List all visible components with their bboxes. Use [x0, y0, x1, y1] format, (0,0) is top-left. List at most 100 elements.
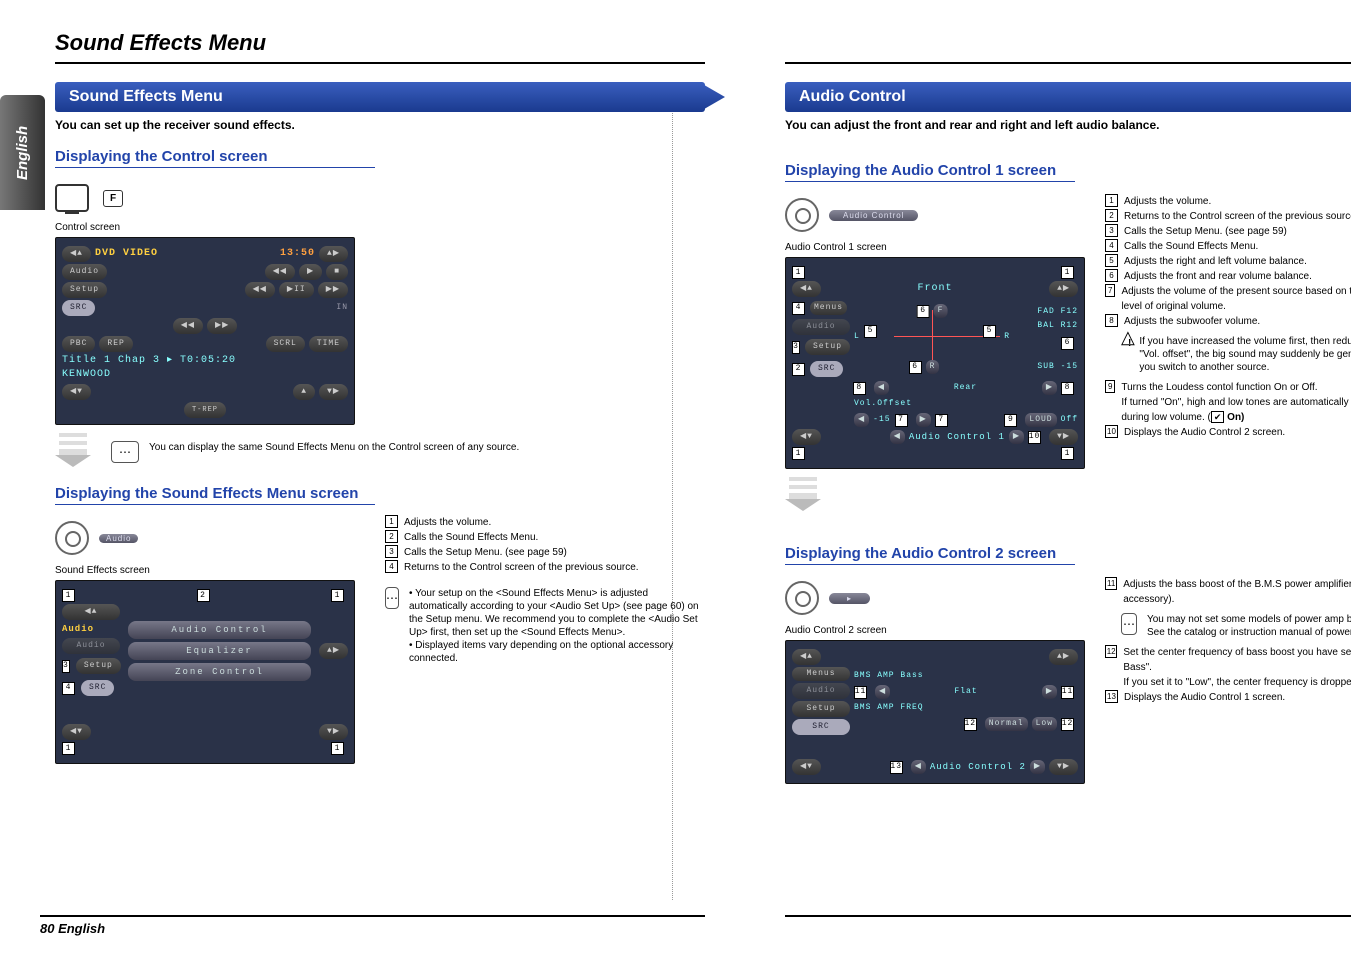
voloffset-value: -15	[873, 413, 890, 427]
ff-icon[interactable]: ▶▶	[318, 282, 348, 298]
audio-button-3[interactable]: Audio	[792, 683, 850, 699]
page-rule	[55, 62, 705, 64]
setup-button-2[interactable]: Setup	[76, 658, 121, 674]
nav-left-icon: ◀▲	[62, 246, 91, 262]
rear-label: Rear	[954, 381, 977, 395]
section-banner-label: Sound Effects Menu	[69, 88, 223, 106]
knob-icon-2	[785, 198, 819, 232]
note-setup: ⋯ • Your setup on the <Sound Effects Men…	[385, 587, 705, 665]
setup-button-4[interactable]: Setup	[792, 701, 850, 717]
audio-button-dim[interactable]: Audio	[62, 638, 120, 654]
subsection-ac1: Displaying the Audio Control 1 screen	[785, 162, 1075, 182]
r-legend-3: Calls the Setup Menu. (see page 59)	[1124, 224, 1287, 239]
ac2-caption: Audio Control 2 screen	[785, 625, 1085, 636]
page-title: Sound Effects Menu	[55, 30, 705, 56]
menus-button[interactable]: Menus	[810, 301, 847, 315]
r-legend-2: Returns to the Control screen of the pre…	[1124, 209, 1351, 224]
callout-1b: 1	[331, 589, 344, 602]
next-pill[interactable]: ▸	[829, 593, 870, 604]
bms-freq-label: BMS AMP FREQ	[854, 701, 1078, 715]
loud-value: Off	[1061, 413, 1078, 427]
page-footer-left: 80 English	[40, 915, 705, 936]
subsection-control-screen: Displaying the Control screen	[55, 148, 375, 168]
pbc-button[interactable]: PBC	[62, 336, 95, 352]
r-legend-8: Adjusts the subwoofer volume.	[1124, 314, 1260, 329]
src-button[interactable]: SRC	[62, 300, 95, 316]
menu-audio-control[interactable]: Audio Control	[128, 621, 311, 639]
footer-left-text: 80 English	[40, 921, 105, 936]
setup-button[interactable]: Setup	[62, 282, 107, 298]
nav-tl-icon: ◀▲	[62, 604, 120, 620]
audio-pill[interactable]: Audio	[99, 534, 138, 543]
menu-equalizer[interactable]: Equalizer	[128, 642, 311, 660]
nav-br-icon2: ▼▶	[319, 724, 348, 740]
nav-br-icon: ▼▶	[319, 384, 348, 400]
in-indicator: IN	[336, 301, 348, 315]
loud-button[interactable]: LOUD	[1025, 413, 1056, 427]
r-legend-5: Adjusts the right and left volume balanc…	[1124, 254, 1307, 269]
subsection-ac2: Displaying the Audio Control 2 screen	[785, 545, 1075, 565]
src-title: DVD VIDEO	[95, 247, 158, 261]
page-spread: English Sound Effects Menu Sound Effects…	[0, 0, 1351, 954]
voloffset-label: Vol.Offset	[854, 397, 912, 411]
r-legend-7: Adjusts the volume of the present source…	[1121, 284, 1351, 314]
screen-key-row: F	[55, 184, 123, 212]
prev-icon[interactable]: ◀◀	[265, 264, 295, 280]
stop-icon[interactable]: ■	[326, 264, 348, 280]
legend-3: 3	[385, 545, 398, 558]
knob-icon	[55, 521, 89, 555]
slow-ff-icon[interactable]: ▶▶	[207, 318, 237, 334]
rew-icon[interactable]: ◀◀	[245, 282, 275, 298]
ac2-footer: Audio Control 2	[930, 760, 1026, 774]
src-button-2[interactable]: SRC	[81, 680, 114, 696]
r-legend-6: Adjusts the front and rear volume balanc…	[1124, 269, 1312, 284]
fad-value: FAD F12	[1014, 305, 1078, 319]
normal-button[interactable]: Normal	[985, 717, 1028, 731]
callout-1c: 1	[62, 742, 75, 755]
rep-button[interactable]: REP	[99, 336, 132, 352]
control-screen-caption: Control screen	[55, 222, 705, 233]
collapse-icon[interactable]: ▲	[293, 384, 315, 400]
kenwood-line: KENWOOD	[62, 368, 348, 382]
menus-button-2[interactable]: Menus	[792, 667, 850, 681]
warning-icon	[1121, 335, 1129, 353]
front-label: Front	[918, 282, 953, 296]
balance-cross: 6F L R 5 5 6R	[854, 304, 1010, 374]
pause-icon[interactable]: ▶II	[279, 282, 314, 298]
time-button[interactable]: TIME	[309, 336, 348, 352]
clock: 13:50	[280, 247, 315, 261]
legend-1: 1	[385, 515, 398, 528]
r-legend-9a: Turns the Loudess contol function On or …	[1121, 382, 1317, 393]
r2-legend-12b: If you set it to "Low", the center frequ…	[1123, 677, 1351, 688]
nav-bl-icon2: ◀▼	[62, 724, 91, 740]
slow-rew-icon[interactable]: ◀◀	[173, 318, 203, 334]
info-icon: ⋯	[111, 441, 139, 463]
scrl-button[interactable]: SCRL	[266, 336, 305, 352]
src-button-4[interactable]: SRC	[792, 719, 850, 735]
callout-4: 4	[62, 682, 75, 695]
info-icon-2: ⋯	[385, 587, 399, 609]
r-warn: If you have increased the volume first, …	[1139, 335, 1351, 374]
callout-2: 2	[197, 589, 210, 602]
legend-2: 2	[385, 530, 398, 543]
note2a-text: Your setup on the <Sound Effects Menu> i…	[409, 588, 699, 638]
r-legend-9c: On)	[1224, 412, 1244, 423]
note-same-menu: ⋯ You can display the same Sound Effects…	[111, 441, 705, 463]
ac1-screen-mock: 11 ◀▲ Front ▲▶ 4Menus Audio 3Setup 2	[785, 257, 1085, 469]
src-button-3[interactable]: SRC	[810, 361, 843, 377]
bal-value: BAL R12	[1014, 319, 1078, 333]
play-icon[interactable]: ▶	[299, 264, 322, 280]
audio-button-2[interactable]: Audio	[792, 319, 850, 335]
monitor-icon	[55, 184, 89, 212]
audio-control-pill[interactable]: Audio Control	[829, 210, 918, 221]
audio-button[interactable]: Audio	[62, 264, 107, 280]
section-subtext: You can set up the receiver sound effect…	[55, 118, 705, 132]
menu-zone-control[interactable]: Zone Control	[128, 663, 311, 681]
section-subtext-ac: You can adjust the front and rear and ri…	[785, 118, 1351, 132]
setup-button-3[interactable]: Setup	[805, 339, 850, 355]
r2-note: You may not set some models of power amp…	[1147, 613, 1351, 639]
ac1-caption: Audio Control 1 screen	[785, 242, 1085, 253]
ac2-screen-mock: ◀▲▲▶ Menus Audio Setup SRC BMS AMP Bass …	[785, 640, 1085, 784]
low-button[interactable]: Low	[1032, 717, 1057, 731]
r2-legend-12a: Set the center frequency of bass boost y…	[1123, 647, 1351, 673]
